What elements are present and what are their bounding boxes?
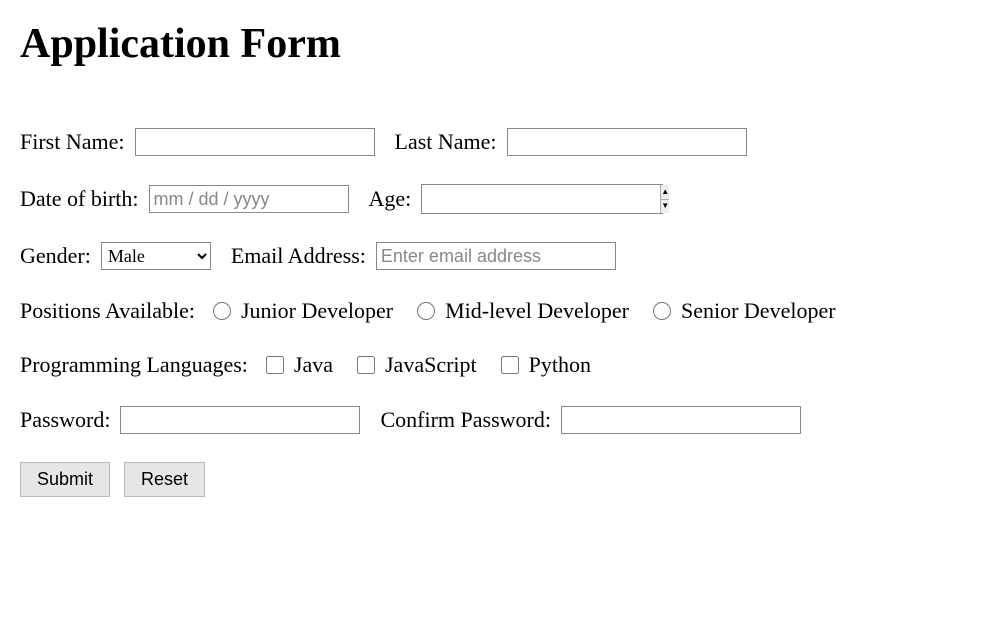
gender-email-row: Gender: Male Email Address: [20,242,980,270]
last-name-label: Last Name: [395,129,497,155]
dob-label: Date of birth: [20,186,139,212]
age-decrement-button[interactable]: ▼ [661,200,669,214]
confirm-password-input[interactable] [561,406,801,434]
gender-label: Gender: [20,243,91,269]
position-mid-label: Mid-level Developer [445,298,629,324]
position-junior-label: Junior Developer [241,298,393,324]
lang-python-checkbox[interactable] [501,356,519,374]
lang-java-label: Java [294,352,333,378]
languages-label: Programming Languages: [20,352,248,378]
password-input[interactable] [120,406,360,434]
age-increment-button[interactable]: ▲ [661,185,669,200]
password-row: Password: Confirm Password: [20,406,980,434]
last-name-input[interactable] [507,128,747,156]
lang-javascript-label: JavaScript [385,352,477,378]
age-stepper: ▲ ▼ [421,184,663,214]
confirm-password-label: Confirm Password: [380,407,551,433]
age-label: Age: [369,186,412,212]
lang-javascript-checkbox[interactable] [357,356,375,374]
age-input[interactable] [422,185,660,211]
dob-input[interactable] [149,185,349,213]
reset-button[interactable]: Reset [124,462,205,497]
first-name-label: First Name: [20,129,125,155]
age-spinner: ▲ ▼ [660,185,669,213]
lang-java-checkbox[interactable] [266,356,284,374]
position-junior-radio[interactable] [213,302,231,320]
position-senior-label: Senior Developer [681,298,836,324]
position-senior-radio[interactable] [653,302,671,320]
first-name-input[interactable] [135,128,375,156]
positions-row: Positions Available: Junior Developer Mi… [20,298,980,324]
buttons-row: Submit Reset [20,462,980,497]
email-label: Email Address: [231,243,366,269]
positions-label: Positions Available: [20,298,195,324]
position-mid-radio[interactable] [417,302,435,320]
name-row: First Name: Last Name: [20,128,980,156]
password-label: Password: [20,407,110,433]
languages-row: Programming Languages: Java JavaScript P… [20,352,980,378]
gender-select[interactable]: Male [101,242,211,270]
page-title: Application Form [20,20,980,68]
email-input[interactable] [376,242,616,270]
submit-button[interactable]: Submit [20,462,110,497]
lang-python-label: Python [529,352,591,378]
dob-age-row: Date of birth: Age: ▲ ▼ [20,184,980,214]
